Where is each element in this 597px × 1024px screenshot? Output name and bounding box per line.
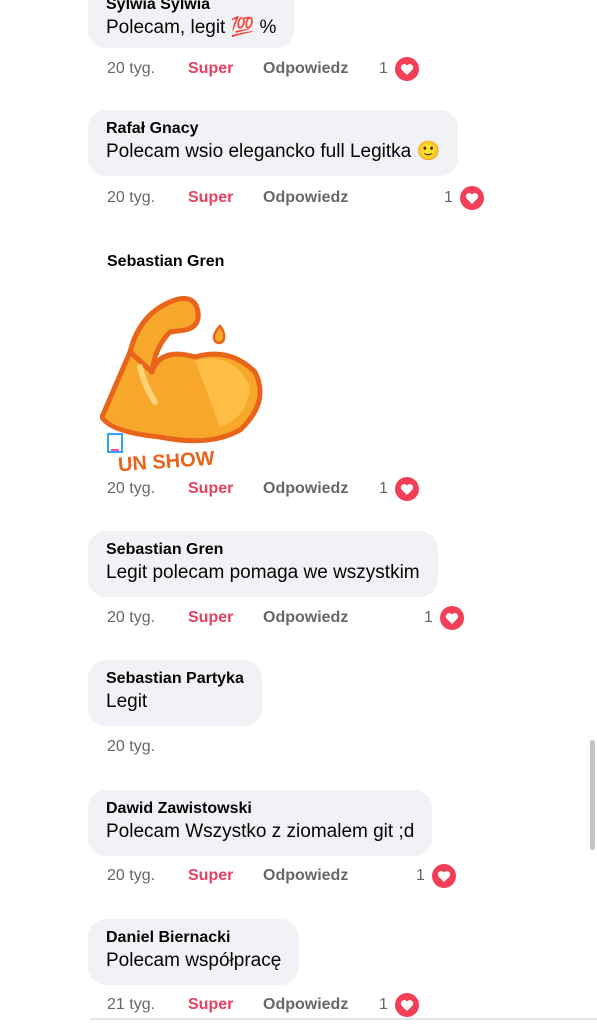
- super-button[interactable]: Super: [188, 864, 233, 888]
- heart-icon[interactable]: [432, 864, 456, 888]
- comment-text: Polecam współpracę: [106, 950, 282, 971]
- comment-bubble[interactable]: Daniel Biernacki Polecam współpracę: [88, 919, 300, 985]
- document-icon: [107, 433, 123, 453]
- comment-actions: 20 tyg. Super Odpowiedz 1: [107, 57, 427, 81]
- left-rail: [0, 0, 88, 1024]
- comment-actions: 20 tyg. Super Odpowiedz 1: [107, 186, 487, 210]
- comment-actions: 20 tyg.: [107, 735, 227, 759]
- heart-icon[interactable]: [395, 57, 419, 81]
- comment-time[interactable]: 20 tyg.: [107, 477, 155, 501]
- super-button[interactable]: Super: [188, 477, 233, 501]
- scrollbar[interactable]: [590, 740, 595, 850]
- comment-text: Legit polecam pomaga we wszystkim: [106, 562, 420, 583]
- comment-item: Sebastian Gren Legit polecam pomaga we w…: [88, 531, 438, 597]
- comment-time[interactable]: 20 tyg.: [107, 735, 155, 759]
- comment-item: Sebastian Partyka Legit: [88, 660, 262, 726]
- comment-item: Sylwia Sylwia Polecam, legit 💯 %: [88, 0, 295, 48]
- super-button[interactable]: Super: [188, 606, 233, 630]
- comment-text: Polecam Wszystko z ziomalem git ;d: [106, 821, 415, 842]
- heart-icon[interactable]: [440, 606, 464, 630]
- reply-button[interactable]: Odpowiedz: [263, 477, 348, 501]
- reply-button[interactable]: Odpowiedz: [263, 186, 348, 210]
- muscle-sticker[interactable]: UN SHOW: [99, 292, 270, 476]
- comment-item: Daniel Biernacki Polecam współpracę: [88, 919, 300, 985]
- comment-author[interactable]: Sebastian Partyka: [106, 669, 244, 689]
- comment-bubble[interactable]: Rafał Gnacy Polecam wsio elegancko full …: [88, 110, 459, 176]
- comment-author[interactable]: Daniel Biernacki: [106, 928, 281, 948]
- heart-icon[interactable]: [395, 477, 419, 501]
- comment-actions: 20 tyg. Super Odpowiedz 1: [107, 606, 467, 630]
- comment-bubble[interactable]: Dawid Zawistowski Polecam Wszystko z zio…: [88, 790, 433, 856]
- comment-author[interactable]: Dawid Zawistowski: [106, 799, 414, 819]
- comment-bubble[interactable]: Sebastian Gren Legit polecam pomaga we w…: [88, 531, 438, 597]
- comment-time[interactable]: 20 tyg.: [107, 606, 155, 630]
- heart-icon[interactable]: [395, 993, 419, 1017]
- reaction-count[interactable]: 1: [379, 57, 388, 81]
- comment-bubble[interactable]: Sylwia Sylwia Polecam, legit 💯 %: [88, 0, 295, 48]
- comment-text: Polecam, legit 💯 %: [106, 17, 277, 38]
- comment-author[interactable]: Rafał Gnacy: [106, 119, 440, 139]
- reply-button[interactable]: Odpowiedz: [263, 57, 348, 81]
- comment-text: Polecam wsio elegancko full Legitka 🙂: [106, 141, 441, 162]
- reaction-count[interactable]: 1: [424, 606, 433, 630]
- sticker-caption: UN SHOW: [117, 448, 215, 472]
- comment-author[interactable]: Sebastian Gren: [107, 252, 224, 272]
- reply-button[interactable]: Odpowiedz: [263, 864, 348, 888]
- comment-actions: 21 tyg. Super Odpowiedz 1: [107, 993, 427, 1017]
- comment-time[interactable]: 20 tyg.: [107, 57, 155, 81]
- comment-time[interactable]: 20 tyg.: [107, 186, 155, 210]
- comment-time[interactable]: 21 tyg.: [107, 993, 155, 1017]
- super-button[interactable]: Super: [188, 993, 233, 1017]
- reply-button[interactable]: Odpowiedz: [263, 606, 348, 630]
- comment-item: Rafał Gnacy Polecam wsio elegancko full …: [88, 110, 459, 176]
- comment-actions: 20 tyg. Super Odpowiedz 1: [107, 477, 427, 501]
- comment-actions: 20 tyg. Super Odpowiedz 1: [107, 864, 467, 888]
- reply-button[interactable]: Odpowiedz: [263, 993, 348, 1017]
- comment-text: Legit: [106, 691, 148, 712]
- reaction-count[interactable]: 1: [379, 477, 388, 501]
- reaction-count[interactable]: 1: [416, 864, 425, 888]
- reaction-count[interactable]: 1: [379, 993, 388, 1017]
- comment-item: Dawid Zawistowski Polecam Wszystko z zio…: [88, 790, 433, 856]
- heart-icon[interactable]: [460, 186, 484, 210]
- super-button[interactable]: Super: [188, 186, 233, 210]
- super-button[interactable]: Super: [188, 57, 233, 81]
- reaction-count[interactable]: 1: [444, 186, 453, 210]
- comment-bubble[interactable]: Sebastian Partyka Legit: [88, 660, 262, 726]
- comment-time[interactable]: 20 tyg.: [107, 864, 155, 888]
- comment-author[interactable]: Sylwia Sylwia: [106, 0, 276, 15]
- comment-author[interactable]: Sebastian Gren: [106, 540, 420, 560]
- divider: [90, 1018, 597, 1020]
